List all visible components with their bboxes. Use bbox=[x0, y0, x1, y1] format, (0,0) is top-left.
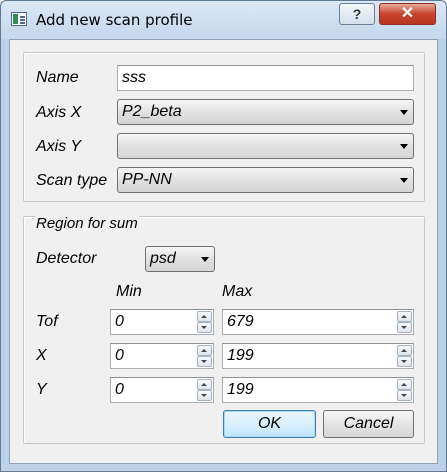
name-input[interactable]: sss bbox=[117, 65, 414, 91]
increment-button[interactable] bbox=[397, 345, 412, 356]
increment-button[interactable] bbox=[197, 345, 212, 356]
scan-type-select[interactable]: PP-NN bbox=[117, 167, 414, 193]
decrement-button[interactable] bbox=[197, 356, 212, 367]
axis-y-select[interactable] bbox=[117, 133, 414, 159]
detector-value: psd bbox=[150, 250, 176, 267]
close-button[interactable]: ✕ bbox=[379, 3, 436, 25]
y-max-spinbox[interactable]: 199 bbox=[222, 377, 414, 403]
y-min-spinbox[interactable]: 0 bbox=[110, 377, 214, 403]
chevron-down-icon bbox=[400, 178, 408, 183]
ok-button[interactable]: OK bbox=[223, 410, 316, 438]
axis-x-value: P2_beta bbox=[122, 103, 182, 120]
chevron-down-icon bbox=[400, 144, 408, 149]
x-label: X bbox=[36, 347, 47, 364]
max-header: Max bbox=[222, 283, 253, 300]
y-max-value: 199 bbox=[227, 381, 254, 398]
detector-select[interactable]: psd bbox=[145, 246, 215, 272]
tof-label: Tof bbox=[36, 313, 58, 330]
decrement-button[interactable] bbox=[197, 322, 212, 333]
app-icon bbox=[11, 12, 27, 26]
dialog-body: Name sss Axis X P2_beta Axis Y Scan type… bbox=[9, 39, 438, 464]
x-min-spinbox[interactable]: 0 bbox=[110, 343, 214, 369]
region-group-title: Region for sum bbox=[35, 215, 139, 232]
x-max-value: 199 bbox=[227, 347, 254, 364]
y-min-value: 0 bbox=[115, 381, 124, 398]
scan-type-value: PP-NN bbox=[122, 171, 172, 188]
tof-max-value: 679 bbox=[227, 313, 254, 330]
name-label: Name bbox=[36, 69, 79, 86]
detector-label: Detector bbox=[36, 250, 97, 267]
decrement-button[interactable] bbox=[397, 356, 412, 367]
tof-max-spinbox[interactable]: 679 bbox=[222, 309, 414, 335]
x-max-spinbox[interactable]: 199 bbox=[222, 343, 414, 369]
min-header: Min bbox=[116, 283, 142, 300]
increment-button[interactable] bbox=[197, 379, 212, 390]
axis-y-label: Axis Y bbox=[36, 138, 82, 155]
tof-min-spinbox[interactable]: 0 bbox=[110, 309, 214, 335]
chevron-down-icon bbox=[400, 110, 408, 115]
scan-type-label: Scan type bbox=[36, 172, 108, 189]
decrement-button[interactable] bbox=[197, 390, 212, 401]
decrement-button[interactable] bbox=[397, 322, 412, 333]
axis-x-select[interactable]: P2_beta bbox=[117, 99, 414, 125]
x-min-value: 0 bbox=[115, 347, 124, 364]
tof-min-value: 0 bbox=[115, 313, 124, 330]
decrement-button[interactable] bbox=[397, 390, 412, 401]
increment-button[interactable] bbox=[397, 379, 412, 390]
title-bar[interactable]: Add new scan profile ? ✕ bbox=[1, 1, 446, 39]
increment-button[interactable] bbox=[197, 311, 212, 322]
y-label: Y bbox=[36, 381, 47, 398]
dialog-window: Add new scan profile ? ✕ Name sss Axis X… bbox=[0, 0, 447, 472]
help-button[interactable]: ? bbox=[339, 3, 375, 25]
axis-x-label: Axis X bbox=[36, 104, 82, 121]
cancel-button[interactable]: Cancel bbox=[323, 410, 414, 438]
increment-button[interactable] bbox=[397, 311, 412, 322]
chevron-down-icon bbox=[201, 257, 209, 262]
window-title: Add new scan profile bbox=[36, 11, 193, 29]
